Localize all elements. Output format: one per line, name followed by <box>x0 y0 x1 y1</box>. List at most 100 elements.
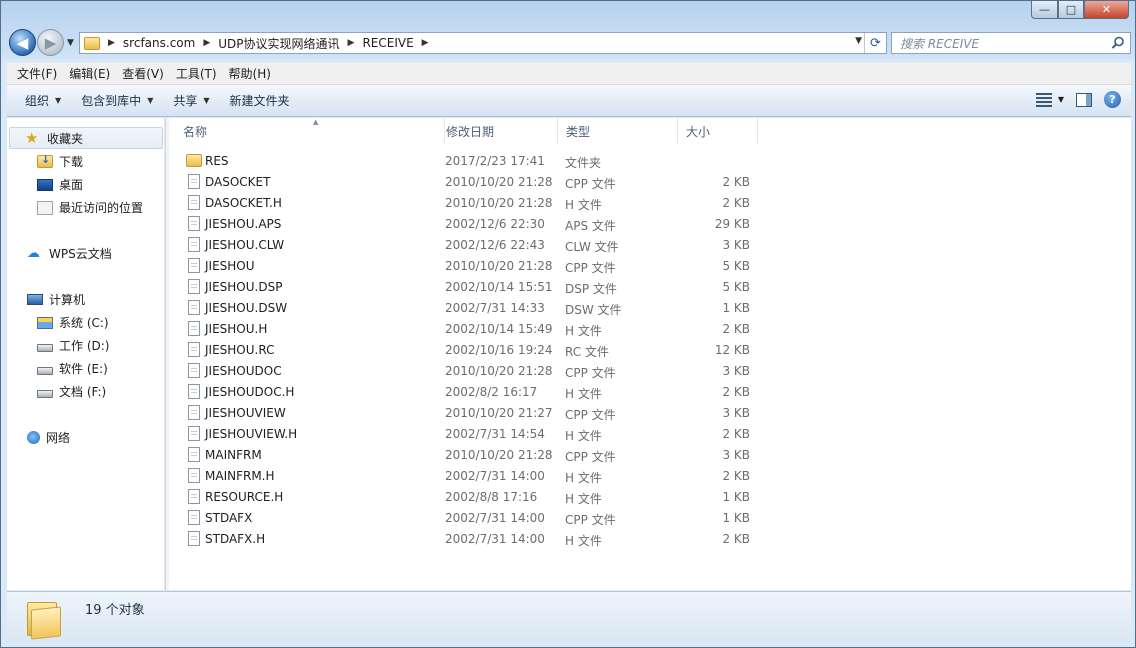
file-modified-date: 2010/10/20 21:28 <box>445 259 553 273</box>
search-input[interactable]: 搜索 RECEIVE <box>900 35 979 52</box>
new-folder-button[interactable]: 新建文件夹 <box>220 92 300 109</box>
file-type: CPP 文件 <box>565 177 616 191</box>
file-row[interactable]: STDAFX.H 2002/7/31 14:00 H 文件 2 KB <box>170 529 770 550</box>
file-modified-date: 2002/10/14 15:49 <box>445 322 553 336</box>
close-button[interactable]: ✕ <box>1084 1 1129 19</box>
file-row[interactable]: JIESHOU.APS 2002/12/6 22:30 APS 文件 29 KB <box>170 214 770 235</box>
file-icon <box>188 531 200 546</box>
breadcrumb-srcfans[interactable]: srcfans.com <box>123 36 195 50</box>
file-row[interactable]: MAINFRM.H 2002/7/31 14:00 H 文件 2 KB <box>170 466 770 487</box>
file-row[interactable]: DASOCKET 2010/10/20 21:28 CPP 文件 2 KB <box>170 172 770 193</box>
include-in-library-button[interactable]: 包含到库中 ▼ <box>71 92 163 109</box>
file-type: DSP 文件 <box>565 282 617 296</box>
file-size: 2 KB <box>722 532 750 546</box>
share-button[interactable]: 共享 ▼ <box>163 92 219 109</box>
file-row[interactable]: RES 2017/2/23 17:41 文件夹 <box>170 151 770 172</box>
menu-tools[interactable]: 工具(T) <box>170 65 223 82</box>
sidebar-item-favorites[interactable]: ★ 收藏夹 <box>9 127 163 149</box>
back-button[interactable]: ◀ <box>9 29 36 56</box>
menu-view[interactable]: 查看(V) <box>116 65 170 82</box>
breadcrumb-receive[interactable]: RECEIVE <box>362 36 413 50</box>
file-row[interactable]: JIESHOUDOC.H 2002/8/2 16:17 H 文件 2 KB <box>170 382 770 403</box>
column-header-name[interactable]: 名称 ▲ <box>175 118 445 144</box>
address-bar[interactable]: ▶ srcfans.com ▶ UDP协议实现网络通讯 ▶ RECEIVE ▶ … <box>79 32 887 54</box>
minimize-button[interactable]: — <box>1031 1 1058 19</box>
file-row[interactable]: JIESHOU.CLW 2002/12/6 22:43 CLW 文件 3 KB <box>170 235 770 256</box>
refresh-icon[interactable]: ⟳ <box>864 33 886 53</box>
file-icon <box>188 426 200 441</box>
menu-help[interactable]: 帮助(H) <box>223 65 277 82</box>
sidebar-item-drive-c[interactable]: 系统 (C:) <box>37 314 109 331</box>
maximize-button[interactable]: □ <box>1058 1 1084 19</box>
recent-pages-dropdown-icon[interactable]: ▼ <box>67 38 74 48</box>
menu-edit[interactable]: 编辑(E) <box>63 65 116 82</box>
file-row[interactable]: JIESHOU.DSP 2002/10/14 15:51 DSP 文件 5 KB <box>170 277 770 298</box>
change-view-button[interactable]: ▼ <box>1035 92 1064 107</box>
file-size: 1 KB <box>722 301 750 315</box>
sidebar-item-drive-e[interactable]: 软件 (E:) <box>37 360 108 377</box>
help-icon[interactable]: ? <box>1104 91 1121 108</box>
breadcrumb-separator-icon[interactable]: ▶ <box>203 38 210 48</box>
file-name: JIESHOU.H <box>205 322 268 336</box>
menu-file[interactable]: 文件(F) <box>11 65 63 82</box>
sidebar-item-desktop[interactable]: 桌面 <box>37 176 83 193</box>
file-row[interactable]: JIESHOU.DSW 2002/7/31 14:33 DSW 文件 1 KB <box>170 298 770 319</box>
forward-button[interactable]: ▶ <box>37 29 64 56</box>
file-size: 5 KB <box>722 280 750 294</box>
column-header-size[interactable]: 大小 <box>678 118 758 144</box>
file-type: H 文件 <box>565 429 602 443</box>
sidebar-item-computer[interactable]: 计算机 <box>27 291 85 308</box>
sidebar-item-network[interactable]: 网络 <box>27 429 70 446</box>
file-row[interactable]: JIESHOU.H 2002/10/14 15:49 H 文件 2 KB <box>170 319 770 340</box>
sidebar-item-downloads[interactable]: 下载 <box>37 153 83 170</box>
file-row[interactable]: DASOCKET.H 2010/10/20 21:28 H 文件 2 KB <box>170 193 770 214</box>
file-icon <box>188 321 200 336</box>
file-row[interactable]: JIESHOU.RC 2002/10/16 19:24 RC 文件 12 KB <box>170 340 770 361</box>
file-modified-date: 2010/10/20 21:28 <box>445 175 553 189</box>
file-row[interactable]: JIESHOU 2010/10/20 21:28 CPP 文件 5 KB <box>170 256 770 277</box>
breadcrumb-separator-icon[interactable]: ▶ <box>348 38 355 48</box>
drive-icon <box>37 389 53 398</box>
explorer-window: — □ ✕ ◀ ▶ ▼ ▶ srcfans.com ▶ UDP协议实现网络通讯 … <box>0 0 1136 648</box>
file-type: H 文件 <box>565 324 602 338</box>
file-icon <box>188 195 200 210</box>
organize-button[interactable]: 组织 ▼ <box>15 92 71 109</box>
file-row[interactable]: JIESHOUDOC 2010/10/20 21:28 CPP 文件 3 KB <box>170 361 770 382</box>
chevron-down-icon: ▼ <box>147 96 154 105</box>
sort-ascending-icon: ▲ <box>313 118 319 126</box>
sidebar-item-drive-f[interactable]: 文档 (F:) <box>37 383 106 400</box>
file-modified-date: 2010/10/20 21:28 <box>445 448 553 462</box>
sidebar-item-label: 下载 <box>59 155 84 169</box>
sidebar-item-wps-cloud[interactable]: ☁ WPS云文档 <box>27 245 112 262</box>
column-header-type[interactable]: 类型 <box>558 118 678 144</box>
sidebar-item-label: 网络 <box>46 431 71 445</box>
pane-splitter[interactable] <box>165 118 169 590</box>
file-row[interactable]: RESOURCE.H 2002/8/8 17:16 H 文件 1 KB <box>170 487 770 508</box>
breadcrumb-separator-icon[interactable]: ▶ <box>422 38 429 48</box>
file-name: JIESHOU.APS <box>205 217 282 231</box>
search-icon[interactable] <box>1111 36 1125 50</box>
organize-label: 组织 <box>25 94 50 108</box>
breadcrumb-udp[interactable]: UDP协议实现网络通讯 <box>218 35 339 52</box>
file-row[interactable]: JIESHOUVIEW.H 2002/7/31 14:54 H 文件 2 KB <box>170 424 770 445</box>
sidebar-item-drive-d[interactable]: 工作 (D:) <box>37 337 109 354</box>
search-box[interactable]: 搜索 RECEIVE <box>891 32 1131 54</box>
address-dropdown-icon[interactable]: ▼ <box>855 36 862 46</box>
folder-icon <box>186 154 202 167</box>
file-icon <box>188 510 200 525</box>
command-bar: 组织 ▼ 包含到库中 ▼ 共享 ▼ 新建文件夹 ▼ ? <box>7 85 1131 117</box>
file-modified-date: 2010/10/20 21:27 <box>445 406 553 420</box>
file-name: JIESHOU.CLW <box>205 238 285 252</box>
file-modified-date: 2002/7/31 14:00 <box>445 511 545 525</box>
downloads-folder-icon <box>37 153 53 168</box>
file-row[interactable]: STDAFX 2002/7/31 14:00 CPP 文件 1 KB <box>170 508 770 529</box>
breadcrumb-separator-icon[interactable]: ▶ <box>108 38 115 48</box>
file-modified-date: 2002/7/31 14:00 <box>445 469 545 483</box>
file-size: 3 KB <box>722 238 750 252</box>
column-header-date[interactable]: 修改日期 <box>438 118 558 144</box>
file-row[interactable]: JIESHOUVIEW 2010/10/20 21:27 CPP 文件 3 KB <box>170 403 770 424</box>
file-modified-date: 2017/2/23 17:41 <box>445 154 545 168</box>
sidebar-item-recent[interactable]: 最近访问的位置 <box>37 199 143 216</box>
preview-pane-icon[interactable] <box>1076 92 1092 107</box>
file-row[interactable]: MAINFRM 2010/10/20 21:28 CPP 文件 3 KB <box>170 445 770 466</box>
